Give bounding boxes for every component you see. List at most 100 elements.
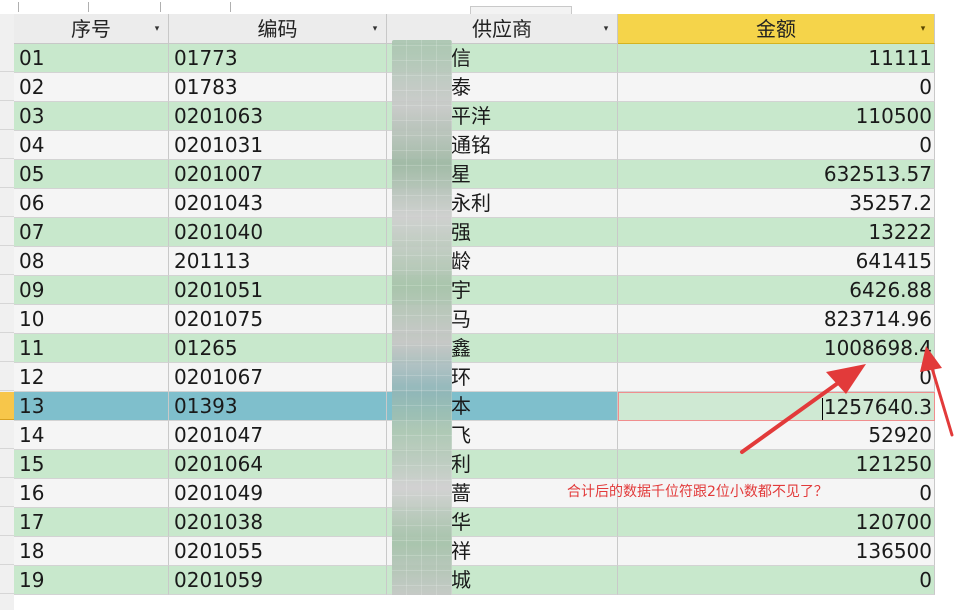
cell-amount[interactable]: 823714.96 <box>618 305 935 334</box>
cell-seq[interactable]: 02 <box>14 73 169 102</box>
record-selector[interactable] <box>0 305 14 333</box>
table-row[interactable]: 04 0201031 通铭 0 <box>14 131 935 160</box>
cell-amount[interactable]: 120700 <box>618 508 935 537</box>
record-selector[interactable] <box>0 508 14 536</box>
record-selector[interactable] <box>0 363 14 391</box>
table-row[interactable]: 17 0201038 华 120700 <box>14 508 935 537</box>
cell-code[interactable]: 0201055 <box>169 537 387 566</box>
cell-code[interactable]: 0201043 <box>169 189 387 218</box>
record-selector[interactable] <box>0 450 14 478</box>
cell-amount[interactable]: 1257640.3 <box>618 392 935 421</box>
record-selector[interactable] <box>0 334 14 362</box>
record-selector[interactable] <box>0 44 14 72</box>
table-row[interactable]: 18 0201055 祥 136500 <box>14 537 935 566</box>
record-selector[interactable] <box>0 218 14 246</box>
table-row[interactable]: 19 0201059 城 0 <box>14 566 935 595</box>
cell-seq[interactable]: 09 <box>14 276 169 305</box>
cell-code[interactable]: 0201067 <box>169 363 387 392</box>
table-row[interactable]: 02 01783 泰 0 <box>14 73 935 102</box>
cell-seq[interactable]: 19 <box>14 566 169 595</box>
cell-amount[interactable]: 11111 <box>618 44 935 73</box>
cell-code[interactable]: 201113 <box>169 247 387 276</box>
dropdown-arrow-icon[interactable]: ▾ <box>918 24 928 34</box>
cell-amount[interactable]: 1008698.4 <box>618 334 935 363</box>
dropdown-arrow-icon[interactable]: ▾ <box>370 24 380 34</box>
cell-amount[interactable]: 121250 <box>618 450 935 479</box>
column-header-seq[interactable]: 序号 ▾ <box>14 14 169 44</box>
record-selector[interactable] <box>0 479 14 507</box>
cell-seq[interactable]: 06 <box>14 189 169 218</box>
table-row[interactable]: 09 0201051 宇 6426.88 <box>14 276 935 305</box>
table-row[interactable]: 12 0201067 环 0 <box>14 363 935 392</box>
table-row[interactable]: 01 01773 信 11111 <box>14 44 935 73</box>
cell-seq[interactable]: 16 <box>14 479 169 508</box>
cell-amount[interactable]: 0 <box>618 73 935 102</box>
column-header-code[interactable]: 编码 ▾ <box>169 14 387 44</box>
table-row-selected[interactable]: 13 01393 本 1257640.3 <box>14 392 935 421</box>
cell-code[interactable]: 0201064 <box>169 450 387 479</box>
cell-code[interactable]: 0201049 <box>169 479 387 508</box>
cell-code[interactable]: 0201038 <box>169 508 387 537</box>
table-row[interactable]: 10 0201075 马 823714.96 <box>14 305 935 334</box>
column-header-amount[interactable]: 金额 ▾ <box>618 14 935 44</box>
table-row[interactable]: 05 0201007 星 632513.57 <box>14 160 935 189</box>
record-selector[interactable] <box>0 73 14 101</box>
cell-seq[interactable]: 12 <box>14 363 169 392</box>
cell-seq[interactable]: 10 <box>14 305 169 334</box>
cell-seq[interactable]: 11 <box>14 334 169 363</box>
table-row[interactable]: 08 201113 龄 641415 <box>14 247 935 276</box>
cell-code[interactable]: 0201059 <box>169 566 387 595</box>
cell-code[interactable]: 0201031 <box>169 131 387 160</box>
cell-amount[interactable]: 0 <box>618 566 935 595</box>
cell-seq[interactable]: 15 <box>14 450 169 479</box>
record-selector[interactable] <box>0 276 14 304</box>
record-selector[interactable] <box>0 131 14 159</box>
cell-amount[interactable]: 110500 <box>618 102 935 131</box>
cell-seq[interactable]: 05 <box>14 160 169 189</box>
cell-code[interactable]: 0201063 <box>169 102 387 131</box>
record-selector[interactable] <box>0 537 14 565</box>
cell-seq[interactable]: 17 <box>14 508 169 537</box>
dropdown-arrow-icon[interactable]: ▾ <box>152 24 162 34</box>
cell-code[interactable]: 01783 <box>169 73 387 102</box>
cell-amount[interactable]: 0 <box>618 131 935 160</box>
cell-seq[interactable]: 14 <box>14 421 169 450</box>
cell-seq[interactable]: 01 <box>14 44 169 73</box>
cell-amount[interactable]: 35257.2 <box>618 189 935 218</box>
cell-amount[interactable]: 0 <box>618 363 935 392</box>
cell-seq[interactable]: 03 <box>14 102 169 131</box>
cell-seq[interactable]: 04 <box>14 131 169 160</box>
cell-code[interactable]: 0201075 <box>169 305 387 334</box>
cell-amount[interactable]: 6426.88 <box>618 276 935 305</box>
cell-code[interactable]: 01773 <box>169 44 387 73</box>
cell-code[interactable]: 01265 <box>169 334 387 363</box>
dropdown-arrow-icon[interactable]: ▾ <box>601 24 611 34</box>
cell-amount[interactable]: 13222 <box>618 218 935 247</box>
cell-amount[interactable]: 52920 <box>618 421 935 450</box>
cell-seq[interactable]: 07 <box>14 218 169 247</box>
table-row[interactable]: 15 0201064 利 121250 <box>14 450 935 479</box>
record-selector-current[interactable] <box>0 392 14 420</box>
cell-code[interactable]: 0201007 <box>169 160 387 189</box>
table-row[interactable]: 14 0201047 飞 52920 <box>14 421 935 450</box>
table-row[interactable]: 06 0201043 永利 35257.2 <box>14 189 935 218</box>
table-row[interactable]: 11 01265 鑫 1008698.4 <box>14 334 935 363</box>
cell-code[interactable]: 01393 <box>169 392 387 421</box>
cell-seq[interactable]: 08 <box>14 247 169 276</box>
cell-seq[interactable]: 13 <box>14 392 169 421</box>
record-selector[interactable] <box>0 421 14 449</box>
cell-amount[interactable]: 632513.57 <box>618 160 935 189</box>
record-selector[interactable] <box>0 102 14 130</box>
cell-code[interactable]: 0201047 <box>169 421 387 450</box>
cell-seq[interactable]: 18 <box>14 537 169 566</box>
record-selector[interactable] <box>0 160 14 188</box>
cell-code[interactable]: 0201051 <box>169 276 387 305</box>
record-selector[interactable] <box>0 189 14 217</box>
record-selector[interactable] <box>0 566 14 594</box>
record-selector-column[interactable] <box>0 14 15 610</box>
table-row[interactable]: 07 0201040 强 13222 <box>14 218 935 247</box>
table-row[interactable]: 03 0201063 平洋 110500 <box>14 102 935 131</box>
cell-amount[interactable]: 136500 <box>618 537 935 566</box>
record-selector[interactable] <box>0 247 14 275</box>
record-selector[interactable] <box>0 595 14 610</box>
